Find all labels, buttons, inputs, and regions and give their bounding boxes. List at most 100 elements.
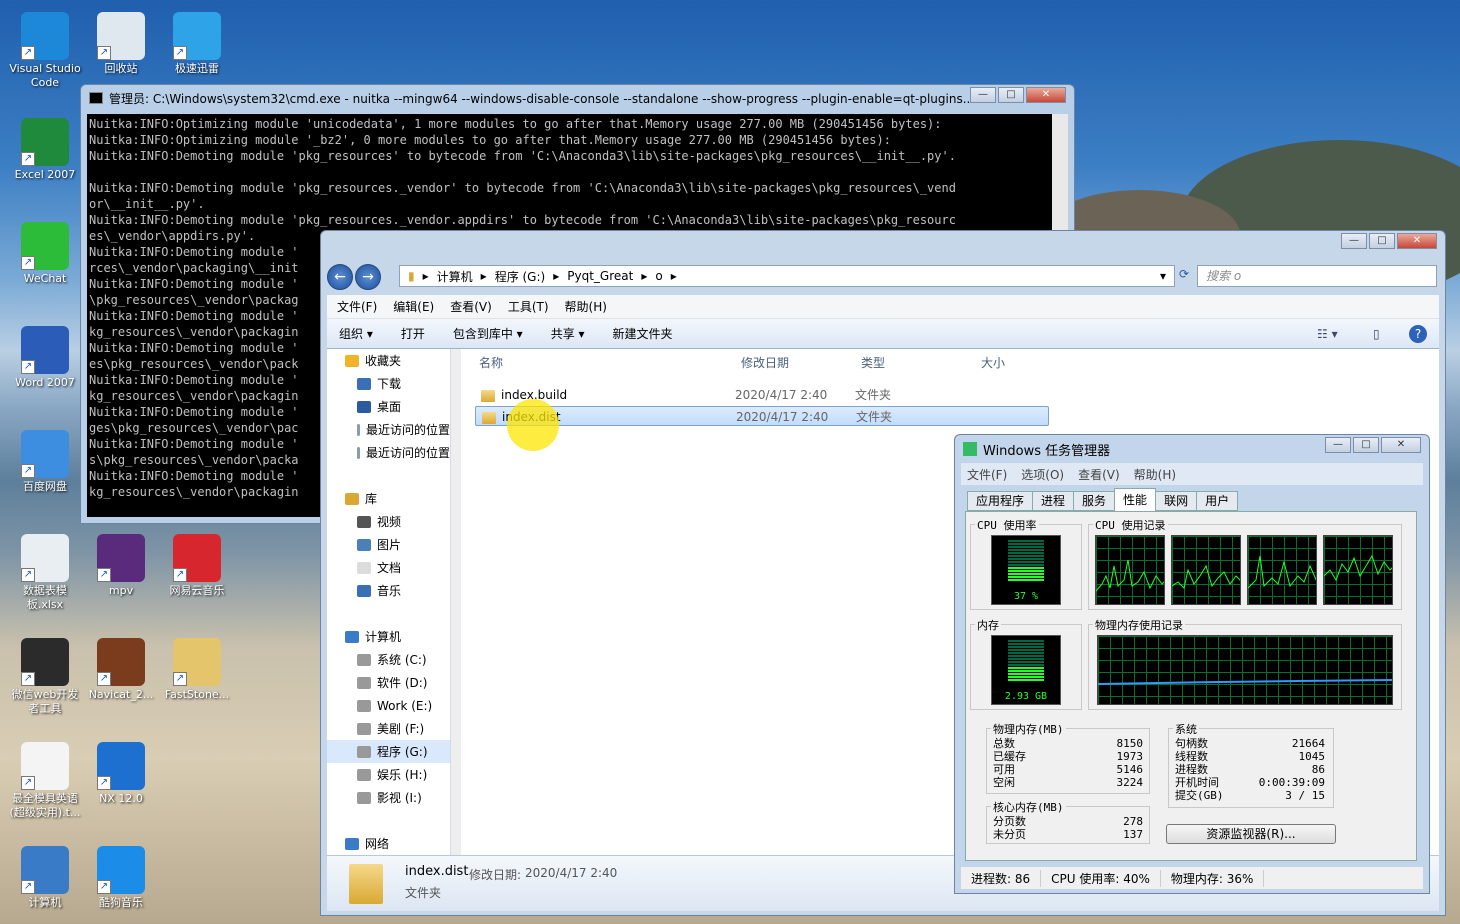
minimize-button[interactable]: —	[1341, 233, 1367, 249]
tab-0[interactable]: 应用程序	[967, 491, 1034, 511]
view-options-icon[interactable]: ☷ ▾	[1317, 327, 1338, 341]
toolbar-button[interactable]: 组织 ▾	[339, 325, 373, 342]
chevron-right-icon[interactable]: ▸	[671, 269, 677, 283]
desktop-icon[interactable]: ↗ 回收站	[84, 12, 158, 76]
minimize-button[interactable]: —	[970, 87, 996, 103]
chevron-right-icon[interactable]: ▸	[481, 269, 487, 283]
breadcrumb[interactable]: ▮ ▸ 计算机 ▸ 程序 (G:) ▸ Pyqt_Great ▸ o ▸ ▾	[399, 265, 1175, 287]
tab-2[interactable]: 服务	[1073, 491, 1116, 511]
toolbar-button[interactable]: 打开	[401, 325, 425, 342]
nav-item[interactable]: 文档	[327, 556, 450, 579]
desktop-icon[interactable]: ↗ 酷狗音乐	[84, 846, 158, 910]
desktop-icon[interactable]: ↗ 网易云音乐	[160, 534, 234, 598]
chevron-right-icon[interactable]: ▸	[553, 269, 559, 283]
nav-item[interactable]: 计算机	[327, 625, 450, 648]
menu-item[interactable]: 查看(V)	[450, 298, 492, 315]
close-button[interactable]: ✕	[1381, 437, 1421, 453]
nav-item[interactable]: Work (E:)	[327, 694, 450, 717]
console-line: Nuitka:INFO:Optimizing module 'unicodeda…	[89, 117, 942, 131]
menu-item[interactable]: 帮助(H)	[565, 298, 607, 315]
nav-item-icon	[357, 423, 360, 436]
menu-item[interactable]: 编辑(E)	[393, 298, 434, 315]
toolbar-button[interactable]: 共享 ▾	[551, 325, 585, 342]
breadcrumb-item[interactable]: Pyqt_Great	[567, 269, 633, 283]
nav-item[interactable]: 视频	[327, 510, 450, 533]
desktop-icon[interactable]: ↗ Word 2007	[8, 326, 82, 390]
nav-item[interactable]: 美剧 (F:)	[327, 717, 450, 740]
tab-1[interactable]: 进程	[1032, 491, 1075, 511]
tab-4[interactable]: 联网	[1155, 491, 1198, 511]
menu-item[interactable]: 选项(O)	[1021, 466, 1064, 483]
nav-item[interactable]: 娱乐 (H:)	[327, 763, 450, 786]
nav-item[interactable]: 桌面	[327, 395, 450, 418]
menu-item[interactable]: 查看(V)	[1078, 466, 1120, 483]
maximize-button[interactable]: □	[1369, 233, 1395, 249]
desktop-icon[interactable]: ↗ 数据表模板.xlsx	[8, 534, 82, 612]
refresh-icon[interactable]: ⟳	[1179, 267, 1189, 281]
app-icon: ↗	[21, 12, 69, 60]
desktop-icon[interactable]: ↗ Excel 2007	[8, 118, 82, 182]
desktop-icon[interactable]: ↗ Visual Studio Code	[8, 12, 82, 90]
forward-button[interactable]: →	[355, 264, 381, 290]
nav-item[interactable]: 系统 (C:)	[327, 648, 450, 671]
tab-5[interactable]: 用户	[1196, 491, 1239, 511]
search-input[interactable]: 搜索 o	[1197, 265, 1437, 287]
menu-item[interactable]: 工具(T)	[508, 298, 549, 315]
nav-item[interactable]: 图片	[327, 533, 450, 556]
maximize-button[interactable]: □	[998, 87, 1024, 103]
shortcut-arrow-icon: ↗	[21, 776, 35, 790]
breadcrumb-item[interactable]: 程序 (G:)	[495, 268, 546, 285]
resource-monitor-button[interactable]: 资源监视器(R)...	[1166, 824, 1336, 844]
breadcrumb-item[interactable]: o	[655, 269, 662, 283]
menu-item[interactable]: 帮助(H)	[1134, 466, 1176, 483]
nav-item-icon	[357, 745, 371, 758]
cmd-title-bar[interactable]: 管理员: C:\Windows\system32\cmd.exe - nuitk…	[81, 85, 1074, 111]
nav-item[interactable]: 下载	[327, 372, 450, 395]
column-header-size[interactable]: 大小	[981, 349, 1005, 377]
desktop-icon[interactable]: ↗ mpv	[84, 534, 158, 598]
desktop-icon[interactable]: ↗ 计算机	[8, 846, 82, 910]
nav-item[interactable]: 最近访问的位置	[327, 441, 450, 464]
minimize-button[interactable]: —	[1325, 437, 1351, 453]
desktop-icon[interactable]: ↗ 百度网盘	[8, 430, 82, 494]
file-row[interactable]: index.build 2020/4/17 2:40 文件夹	[475, 385, 1049, 405]
task-manager-window[interactable]: Windows 任务管理器 — □ ✕ 文件(F) 选项(O) 查看(V) 帮助(H)…	[954, 434, 1430, 894]
nav-item-icon	[357, 446, 360, 459]
nav-item-label: 收藏夹	[365, 354, 402, 368]
desktop-icon[interactable]: ↗ Navicat_2...	[84, 638, 158, 702]
nav-item[interactable]: 程序 (G:)	[327, 740, 450, 763]
menu-item[interactable]: 文件(F)	[337, 298, 377, 315]
file-row[interactable]: index.dist2020/4/17 2:40文件夹	[475, 406, 1049, 426]
help-icon[interactable]: ?	[1409, 325, 1427, 343]
column-header-type[interactable]: 类型	[861, 349, 885, 377]
desktop-icon[interactable]: ↗ 最全模具英语(超级实用).t...	[8, 742, 82, 820]
maximize-button[interactable]: □	[1353, 437, 1379, 453]
column-header-name[interactable]: 名称	[479, 349, 503, 377]
nav-scrollbar[interactable]	[451, 349, 461, 855]
toolbar-button[interactable]: 新建文件夹	[613, 325, 673, 342]
nav-item[interactable]: 库	[327, 487, 450, 510]
nav-item[interactable]: 最近访问的位置	[327, 418, 450, 441]
chevron-right-icon[interactable]: ▸	[423, 269, 429, 283]
desktop-icon[interactable]: ↗ NX 12.0	[84, 742, 158, 806]
back-button[interactable]: ←	[327, 264, 353, 290]
tab-3[interactable]: 性能	[1114, 488, 1157, 511]
desktop-icon[interactable]: ↗ 极速迅雷	[160, 12, 234, 76]
close-button[interactable]: ✕	[1026, 87, 1066, 103]
nav-item[interactable]: 软件 (D:)	[327, 671, 450, 694]
desktop-icon[interactable]: ↗ 微信web开发者工具	[8, 638, 82, 716]
nav-item[interactable]: 网络	[327, 832, 450, 855]
desktop-icon[interactable]: ↗ WeChat	[8, 222, 82, 286]
nav-item[interactable]: 音乐	[327, 579, 450, 602]
dropdown-icon[interactable]: ▾	[1160, 269, 1166, 283]
close-button[interactable]: ✕	[1397, 233, 1437, 249]
preview-pane-icon[interactable]: ▯	[1373, 327, 1380, 341]
nav-item[interactable]: 收藏夹	[327, 349, 450, 372]
nav-item[interactable]: 影视 (I:)	[327, 786, 450, 809]
toolbar-button[interactable]: 包含到库中 ▾	[453, 325, 523, 342]
breadcrumb-item[interactable]: 计算机	[437, 268, 473, 285]
desktop-icon[interactable]: ↗ FastStone...	[160, 638, 234, 702]
menu-item[interactable]: 文件(F)	[967, 466, 1007, 483]
column-header-date[interactable]: 修改日期	[741, 349, 789, 377]
chevron-right-icon[interactable]: ▸	[641, 269, 647, 283]
